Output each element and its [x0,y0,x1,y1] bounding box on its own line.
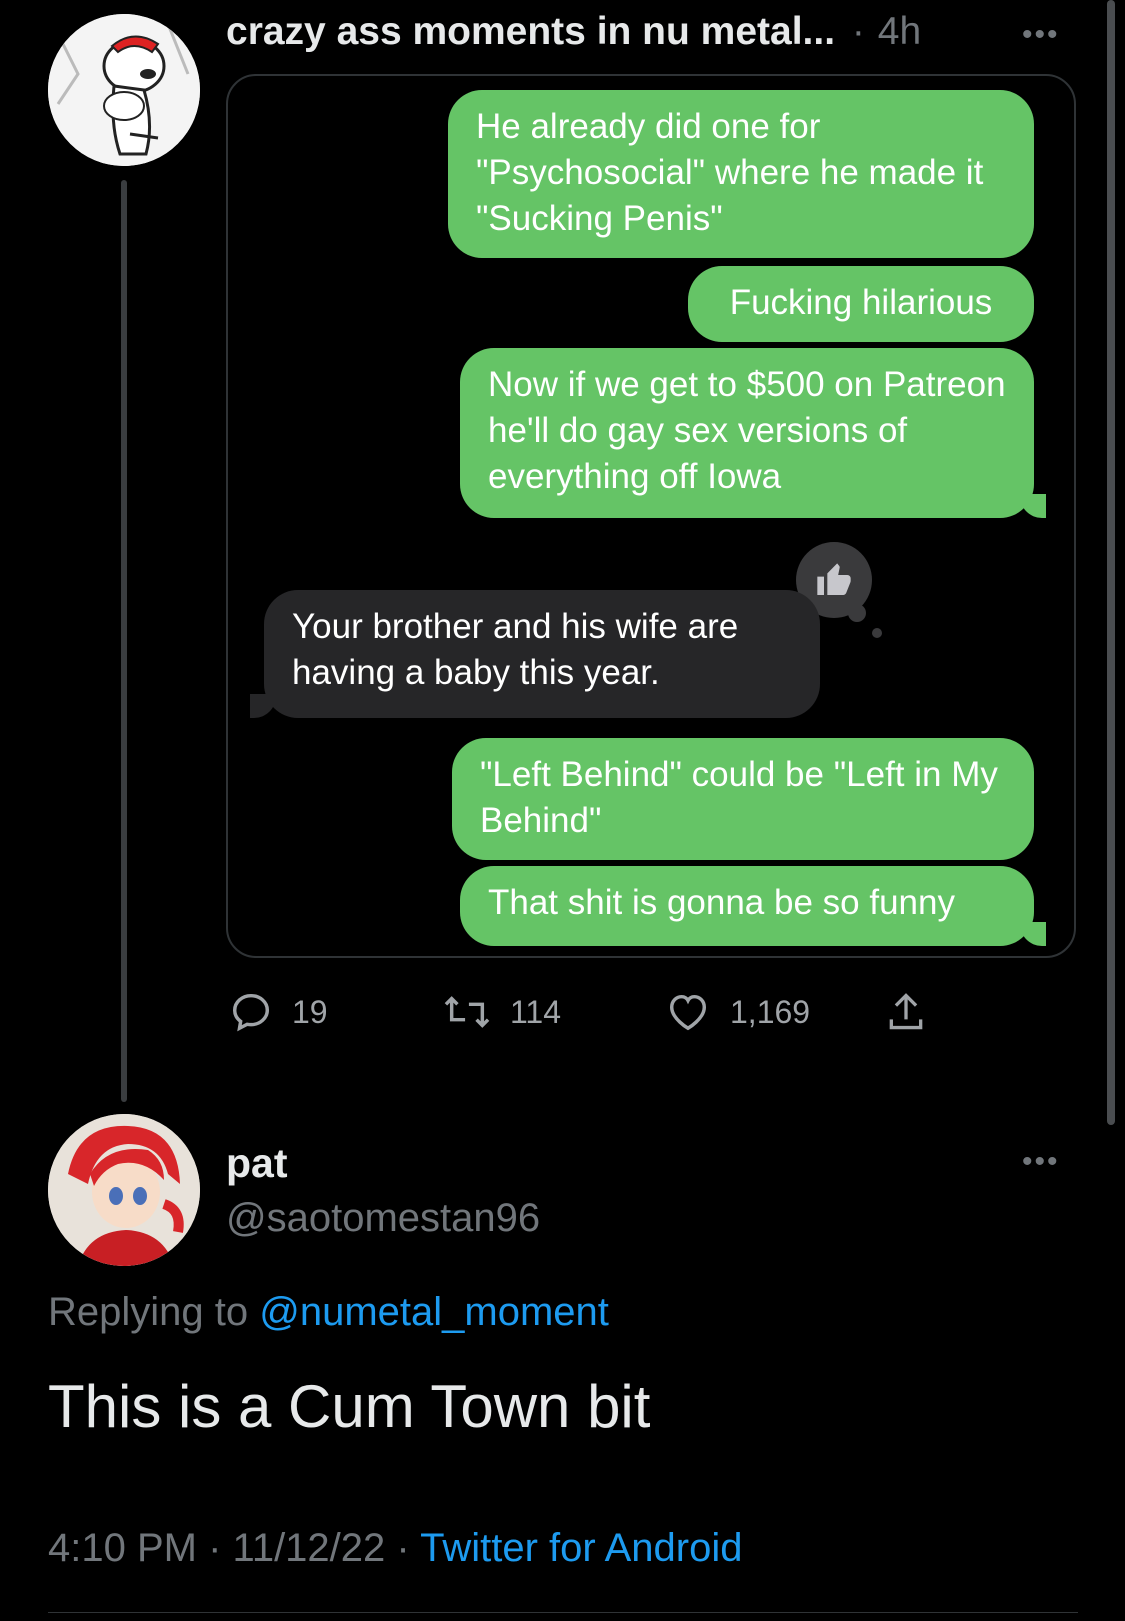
reply-author-avatar[interactable] [48,1114,200,1266]
reaction-tail-dot [872,628,882,638]
like-button[interactable]: 1,169 [664,990,810,1034]
replying-to-label: Replying to [48,1290,249,1334]
separator: · [851,10,865,53]
retweet-button[interactable]: 114 [442,990,561,1034]
reply-body-text: This is a Cum Town bit [48,1373,651,1440]
replying-to-handle-link[interactable]: @numetal_moment [259,1290,609,1334]
retweet-icon [444,996,490,1028]
reply-author-name[interactable]: pat [226,1140,288,1187]
bubble-tail [1020,922,1046,946]
tweet-media-image[interactable]: He already did one for "Psychosocial" wh… [226,74,1076,958]
bubble-tail [1020,494,1046,518]
separator: · [208,1526,222,1570]
message-bubble-received: Your brother and his wife are having a b… [264,590,820,718]
message-bubble-sent: "Left Behind" could be "Left in My Behin… [452,738,1034,860]
retweet-count: 114 [510,993,562,1030]
more-options-icon[interactable]: ••• [1022,18,1060,52]
share-icon [889,993,923,1030]
message-bubble-sent: Now if we get to $500 on Patreon he'll d… [460,348,1034,518]
separator: · [396,1526,410,1570]
like-count: 1,169 [730,993,811,1030]
reply-count: 19 [292,993,328,1030]
thread-connector-line [121,180,127,1102]
author-name[interactable]: crazy ass moments in nu metal... [226,10,835,53]
message-bubble-sent: That shit is gonna be so funny [460,866,1034,946]
reply-date[interactable]: 11/12/22 [233,1526,386,1570]
reply-icon [232,993,270,1032]
reply-author-handle[interactable]: @saotomestan96 [226,1196,540,1241]
message-bubble-sent: He already did one for "Psychosocial" wh… [448,90,1034,258]
scrollbar[interactable] [1107,0,1115,1125]
author-avatar[interactable] [48,14,200,166]
tweet-metadata: 4:10 PM · 11/12/22 · Twitter for Android [48,1526,743,1571]
reply-button[interactable]: 19 [228,990,328,1034]
divider [48,1612,1078,1613]
share-button[interactable] [884,990,928,1034]
reaction-tail-dot [848,604,866,622]
message-bubble-sent: Fucking hilarious [688,266,1034,342]
tweet-header: crazy ass moments in nu metal... · 4h [226,10,921,54]
more-options-icon[interactable]: ••• [1022,1145,1060,1179]
bubble-tail [250,694,276,718]
replying-to-line: Replying to @numetal_moment [48,1290,609,1335]
tweet-time[interactable]: 4h [878,10,921,53]
heart-icon [669,994,707,1031]
reply-time[interactable]: 4:10 PM [48,1526,197,1570]
source-app-link[interactable]: Twitter for Android [420,1526,742,1570]
